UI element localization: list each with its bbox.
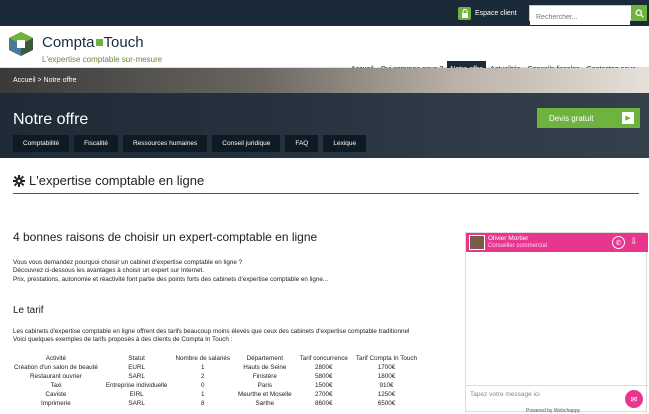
top-bar: Espace client [0,0,649,26]
table-row: Taxi Entreprise individuelle 0 Paris 150… [10,381,421,390]
column-header: Nombre de salariés [175,355,231,362]
cell-statut: Entreprise individuelle [105,382,168,389]
intro-line: Découvrez ci-dessous les avantages à cho… [13,267,205,275]
cell-departement: Finistère [252,373,277,380]
tab-comptabilite[interactable]: Comptabilité [13,135,70,152]
cell-tarif-compta: 910€ [379,382,394,389]
tab-conseil-juridique[interactable]: Conseil juridique [212,135,281,152]
search-input[interactable] [530,10,630,25]
cell-activite: Caviste [45,391,67,398]
cell-salaries: 0 [200,382,205,389]
column-header: Tarif concurrence [299,355,348,362]
tagline: L'expertise comptable sur-mesure [42,55,163,64]
cell-tarif-concurrence: 5800€ [315,373,333,380]
chat-widget: Olivier Mortier Conseiller commercial ✆ … [465,232,648,414]
intro-paragraph: Vous vous demandez pourquoi choisir un c… [13,259,463,284]
cell-statut: SARL [128,400,145,407]
intro-line: Vous vous demandez pourquoi choisir un c… [13,259,243,266]
divider [13,193,639,194]
phone-icon[interactable]: ✆ [612,236,625,249]
sub-nav: Comptabilité Fiscalité Ressources humain… [13,135,367,152]
compta-in-touch-logo[interactable] [8,31,34,57]
tarif-paragraph: Les cabinets d'expertise comptable en li… [13,328,473,345]
cell-salaries: 1 [200,364,205,371]
table-header-row: Activité Statut Nombre de salariés Dépar… [10,354,421,363]
tarif-line: Voici quelques exemples de tarifs propos… [13,336,233,344]
chat-agent-role: Conseiller commercial [488,243,548,249]
devis-gratuit-label: Devis gratuit [549,113,594,123]
intro-line: Prix, prestations, autonomie et réactivi… [13,275,329,283]
send-icon[interactable]: ✉ [625,390,643,408]
cell-departement: Sarthe [255,400,275,407]
search-box [529,5,647,25]
cell-statut: SARL [128,373,145,380]
section-title-text: L'expertise comptable en ligne [29,173,205,188]
cell-salaries: 1 [200,391,205,398]
breadcrumb[interactable]: Accueil > Notre offre [13,77,77,84]
search-icon[interactable] [631,5,647,21]
lock-icon [458,6,471,20]
cell-departement: Paris [257,382,272,389]
tab-lexique[interactable]: Lexique [323,135,367,152]
cell-tarif-compta: 1700€ [377,364,396,371]
powered-by: Powered by Webchappy [526,408,581,414]
site-header: Compta Touch L'expertise comptable sur-me… [0,26,649,78]
column-header: Statut [128,355,145,362]
cell-activite: Imprimerie [41,400,71,407]
cell-activite: Restaurant ouvrier [30,373,82,380]
cell-statut: EIRL [129,391,144,398]
minimize-icon[interactable]: ⇩ [630,236,638,247]
espace-client-link[interactable]: Espace client [458,5,517,21]
cell-tarif-compta: 6500€ [377,400,396,407]
avatar [469,235,485,250]
chat-input-area: Tapez votre message ici ✉ Powered by Web… [466,385,648,414]
column-header: Tarif Compta In Touch [355,355,418,362]
section-title: L'expertise comptable en ligne [13,173,204,188]
devis-gratuit-button[interactable]: Devis gratuit ▶ [537,108,640,128]
chat-input[interactable]: Tapez votre message ici [470,391,540,398]
cell-tarif-compta: 1800€ [377,373,396,380]
cell-tarif-concurrence: 8600€ [315,400,333,407]
tarif-table: Activité Statut Nombre de salariés Dépar… [10,354,421,408]
brand-name-left: Compta [42,34,95,51]
column-header: Activité [45,355,67,362]
cell-salaries: 8 [200,400,205,407]
cell-activite: Taxi [50,382,62,389]
column-header: Département [246,355,284,362]
brand-name[interactable]: Compta Touch [42,34,144,51]
tarif-line: Les cabinets d'expertise comptable en li… [13,328,410,335]
tab-fiscalite[interactable]: Fiscalité [74,135,118,152]
reasons-heading: 4 bonnes raisons de choisir un expert-co… [13,230,318,244]
cell-tarif-concurrence: 1500€ [315,382,333,389]
arrow-right-icon: ▶ [622,112,634,124]
cell-departement: Meurthe et Moselle [238,391,292,398]
page-title: Notre offre [13,111,89,128]
tab-faq[interactable]: FAQ [285,135,319,152]
table-row: Création d'un salon de beauté EURL 1 Hau… [10,363,421,372]
tab-ressources-humaines[interactable]: Ressources humaines [122,135,208,152]
chat-header[interactable]: Olivier Mortier Conseiller commercial ✆ … [466,233,648,252]
table-row: Imprimerie SARL 8 Sarthe 8600€ 6500€ [10,399,421,408]
gear-icon [13,174,25,187]
cell-departement: Hauts de Seine [243,364,287,371]
cell-tarif-compta: 1250€ [377,391,396,398]
chat-agent-name: Olivier Mortier [488,235,529,242]
brand-square-icon [95,38,103,46]
cell-tarif-concurrence: 2700€ [315,391,333,398]
tarif-heading: Le tarif [13,305,44,316]
cell-activite: Création d'un salon de beauté [14,364,98,371]
table-row: Restaurant ouvrier SARL 2 Finistère 5800… [10,372,421,381]
espace-client-label: Espace client [475,9,517,17]
cell-tarif-concurrence: 2800€ [315,364,333,371]
table-row: Caviste EIRL 1 Meurthe et Moselle 2700€ … [10,390,421,399]
cell-salaries: 2 [200,373,205,380]
brand-name-right: Touch [103,34,144,51]
cell-statut: EURL [128,364,146,371]
